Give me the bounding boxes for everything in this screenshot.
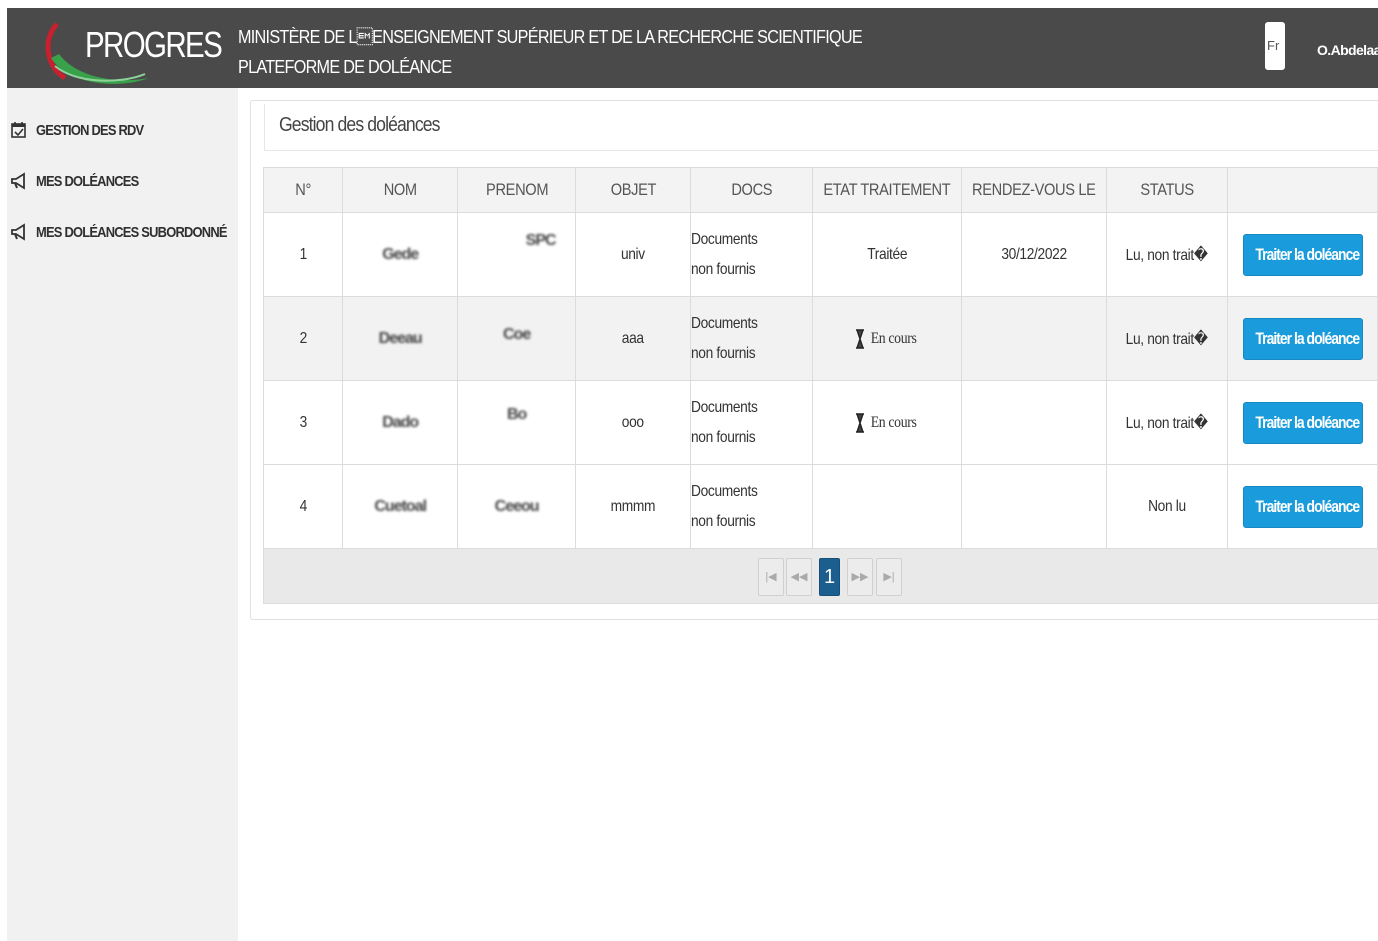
cell-etat [812, 464, 962, 549]
cell-etat: En cours [812, 380, 962, 465]
table-row: 2 Deeau Coe aaa Documents non fournis En… [262, 296, 1378, 381]
ministry-title-line2: PLATEFORME DE DOLÉANCE [238, 57, 452, 77]
next-page-button[interactable]: ▶▶ [847, 558, 873, 596]
user-name[interactable]: O.Abdelaazi [1317, 42, 1378, 58]
cell-etat: En cours [812, 296, 962, 381]
cell-status: Lu, non trait� [1105, 212, 1229, 297]
traiter-doleance-button[interactable]: Traiter la doléance [1242, 317, 1363, 360]
cell-prenom: Bo [457, 380, 577, 465]
hourglass-icon [855, 328, 864, 349]
column-header-objet[interactable]: OBJET [575, 167, 692, 213]
logo-text: PROGRES [85, 24, 223, 65]
cell-nom: Gede [342, 212, 459, 297]
column-header-num[interactable]: N° [262, 167, 344, 213]
column-header-etat[interactable]: ETAT TRAITEMENT [812, 167, 962, 213]
table-row: 4 Cuetoal Ceeou mmmm Documents non fourn… [262, 464, 1378, 549]
language-button[interactable]: Fr [1265, 22, 1285, 70]
top-header: PROGRES MINISTÈRE DE LENSEIGNEMENT SUPÉ… [7, 8, 1378, 88]
sidebar-item-doleances-subordonne[interactable]: MES DOLÉANCES SUBORDONNÉ [7, 217, 238, 247]
table-header-row: N° NOM PRENOM OBJET DOCS ETAT TRAITEMENT… [262, 167, 1378, 213]
page-title: Gestion des doléances [279, 114, 440, 136]
ministry-title-line1: MINISTÈRE DE LENSEIGNEMENT SUPÉRIEUR ET… [238, 27, 863, 47]
cell-action: Traiter la doléance [1227, 380, 1378, 465]
megaphone-icon [10, 172, 28, 190]
cell-num: 1 [262, 212, 344, 297]
table-row: 1 Gede SPC univ Documents non fournis Tr… [262, 212, 1378, 297]
calendar-check-icon [10, 121, 28, 139]
cell-etat: Traitée [812, 212, 962, 297]
table-row: 3 Dado Bo ooo Documents non fournis En c… [262, 380, 1378, 465]
cell-prenom: Ceeou [457, 464, 577, 549]
cell-docs: Documents non fournis [690, 464, 814, 549]
column-header-action [1227, 167, 1378, 213]
cell-nom: Cuetoal [342, 464, 459, 549]
cell-action: Traiter la doléance [1227, 212, 1378, 297]
traiter-doleance-button[interactable]: Traiter la doléance [1242, 485, 1363, 528]
hourglass-icon [855, 412, 864, 433]
progres-logo[interactable]: PROGRES [37, 18, 223, 84]
cell-num: 3 [262, 380, 344, 465]
column-header-docs[interactable]: DOCS [690, 167, 814, 213]
cell-rdv [960, 464, 1107, 549]
cell-prenom: SPC [457, 212, 577, 297]
cell-objet: aaa [575, 296, 692, 381]
cell-docs: Documents non fournis [690, 212, 814, 297]
cell-docs: Documents non fournis [690, 380, 814, 465]
cell-nom: Dado [342, 380, 459, 465]
last-page-button[interactable]: ▶| [876, 558, 902, 596]
ministry-title: MINISTÈRE DE LENSEIGNEMENT SUPÉRIEUR ET… [238, 22, 863, 82]
cell-prenom: Coe [457, 296, 577, 381]
column-header-rdv[interactable]: RENDEZ-VOUS LE [960, 167, 1107, 213]
cell-docs: Documents non fournis [690, 296, 814, 381]
doleances-table: N° NOM PRENOM OBJET DOCS ETAT TRAITEMENT… [262, 167, 1378, 549]
cell-action: Traiter la doléance [1227, 296, 1378, 381]
cell-status: Lu, non trait� [1105, 380, 1229, 465]
sidebar-item-label: MES DOLÉANCES SUBORDONNÉ [36, 223, 227, 241]
sidebar-item-label: MES DOLÉANCES [36, 172, 139, 190]
cell-nom: Deeau [342, 296, 459, 381]
first-page-button[interactable]: |◀ [758, 558, 784, 596]
cell-status: Lu, non trait� [1105, 296, 1229, 381]
cell-action: Traiter la doléance [1227, 464, 1378, 549]
sidebar-item-gestion-rdv[interactable]: GESTION DES RDV [7, 115, 238, 145]
cell-objet: univ [575, 212, 692, 297]
cell-rdv [960, 296, 1107, 381]
megaphone-icon [10, 223, 28, 241]
cell-rdv [960, 380, 1107, 465]
cell-objet: mmmm [575, 464, 692, 549]
sidebar: GESTION DES RDV MES DOLÉANCES MES DOLÉAN… [7, 88, 238, 941]
cell-num: 4 [262, 464, 344, 549]
traiter-doleance-button[interactable]: Traiter la doléance [1242, 233, 1363, 276]
page-1-button[interactable]: 1 [819, 558, 840, 596]
column-header-nom[interactable]: NOM [342, 167, 459, 213]
cell-objet: ooo [575, 380, 692, 465]
traiter-doleance-button[interactable]: Traiter la doléance [1242, 401, 1363, 444]
cell-rdv: 30/12/2022 [960, 212, 1107, 297]
sidebar-item-label: GESTION DES RDV [36, 121, 144, 139]
previous-page-button[interactable]: ◀◀ [786, 558, 812, 596]
cell-status: Non lu [1105, 464, 1229, 549]
cell-num: 2 [262, 296, 344, 381]
column-header-status[interactable]: STATUS [1105, 167, 1229, 213]
column-header-prenom[interactable]: PRENOM [457, 167, 577, 213]
sidebar-item-mes-doleances[interactable]: MES DOLÉANCES [7, 166, 238, 196]
